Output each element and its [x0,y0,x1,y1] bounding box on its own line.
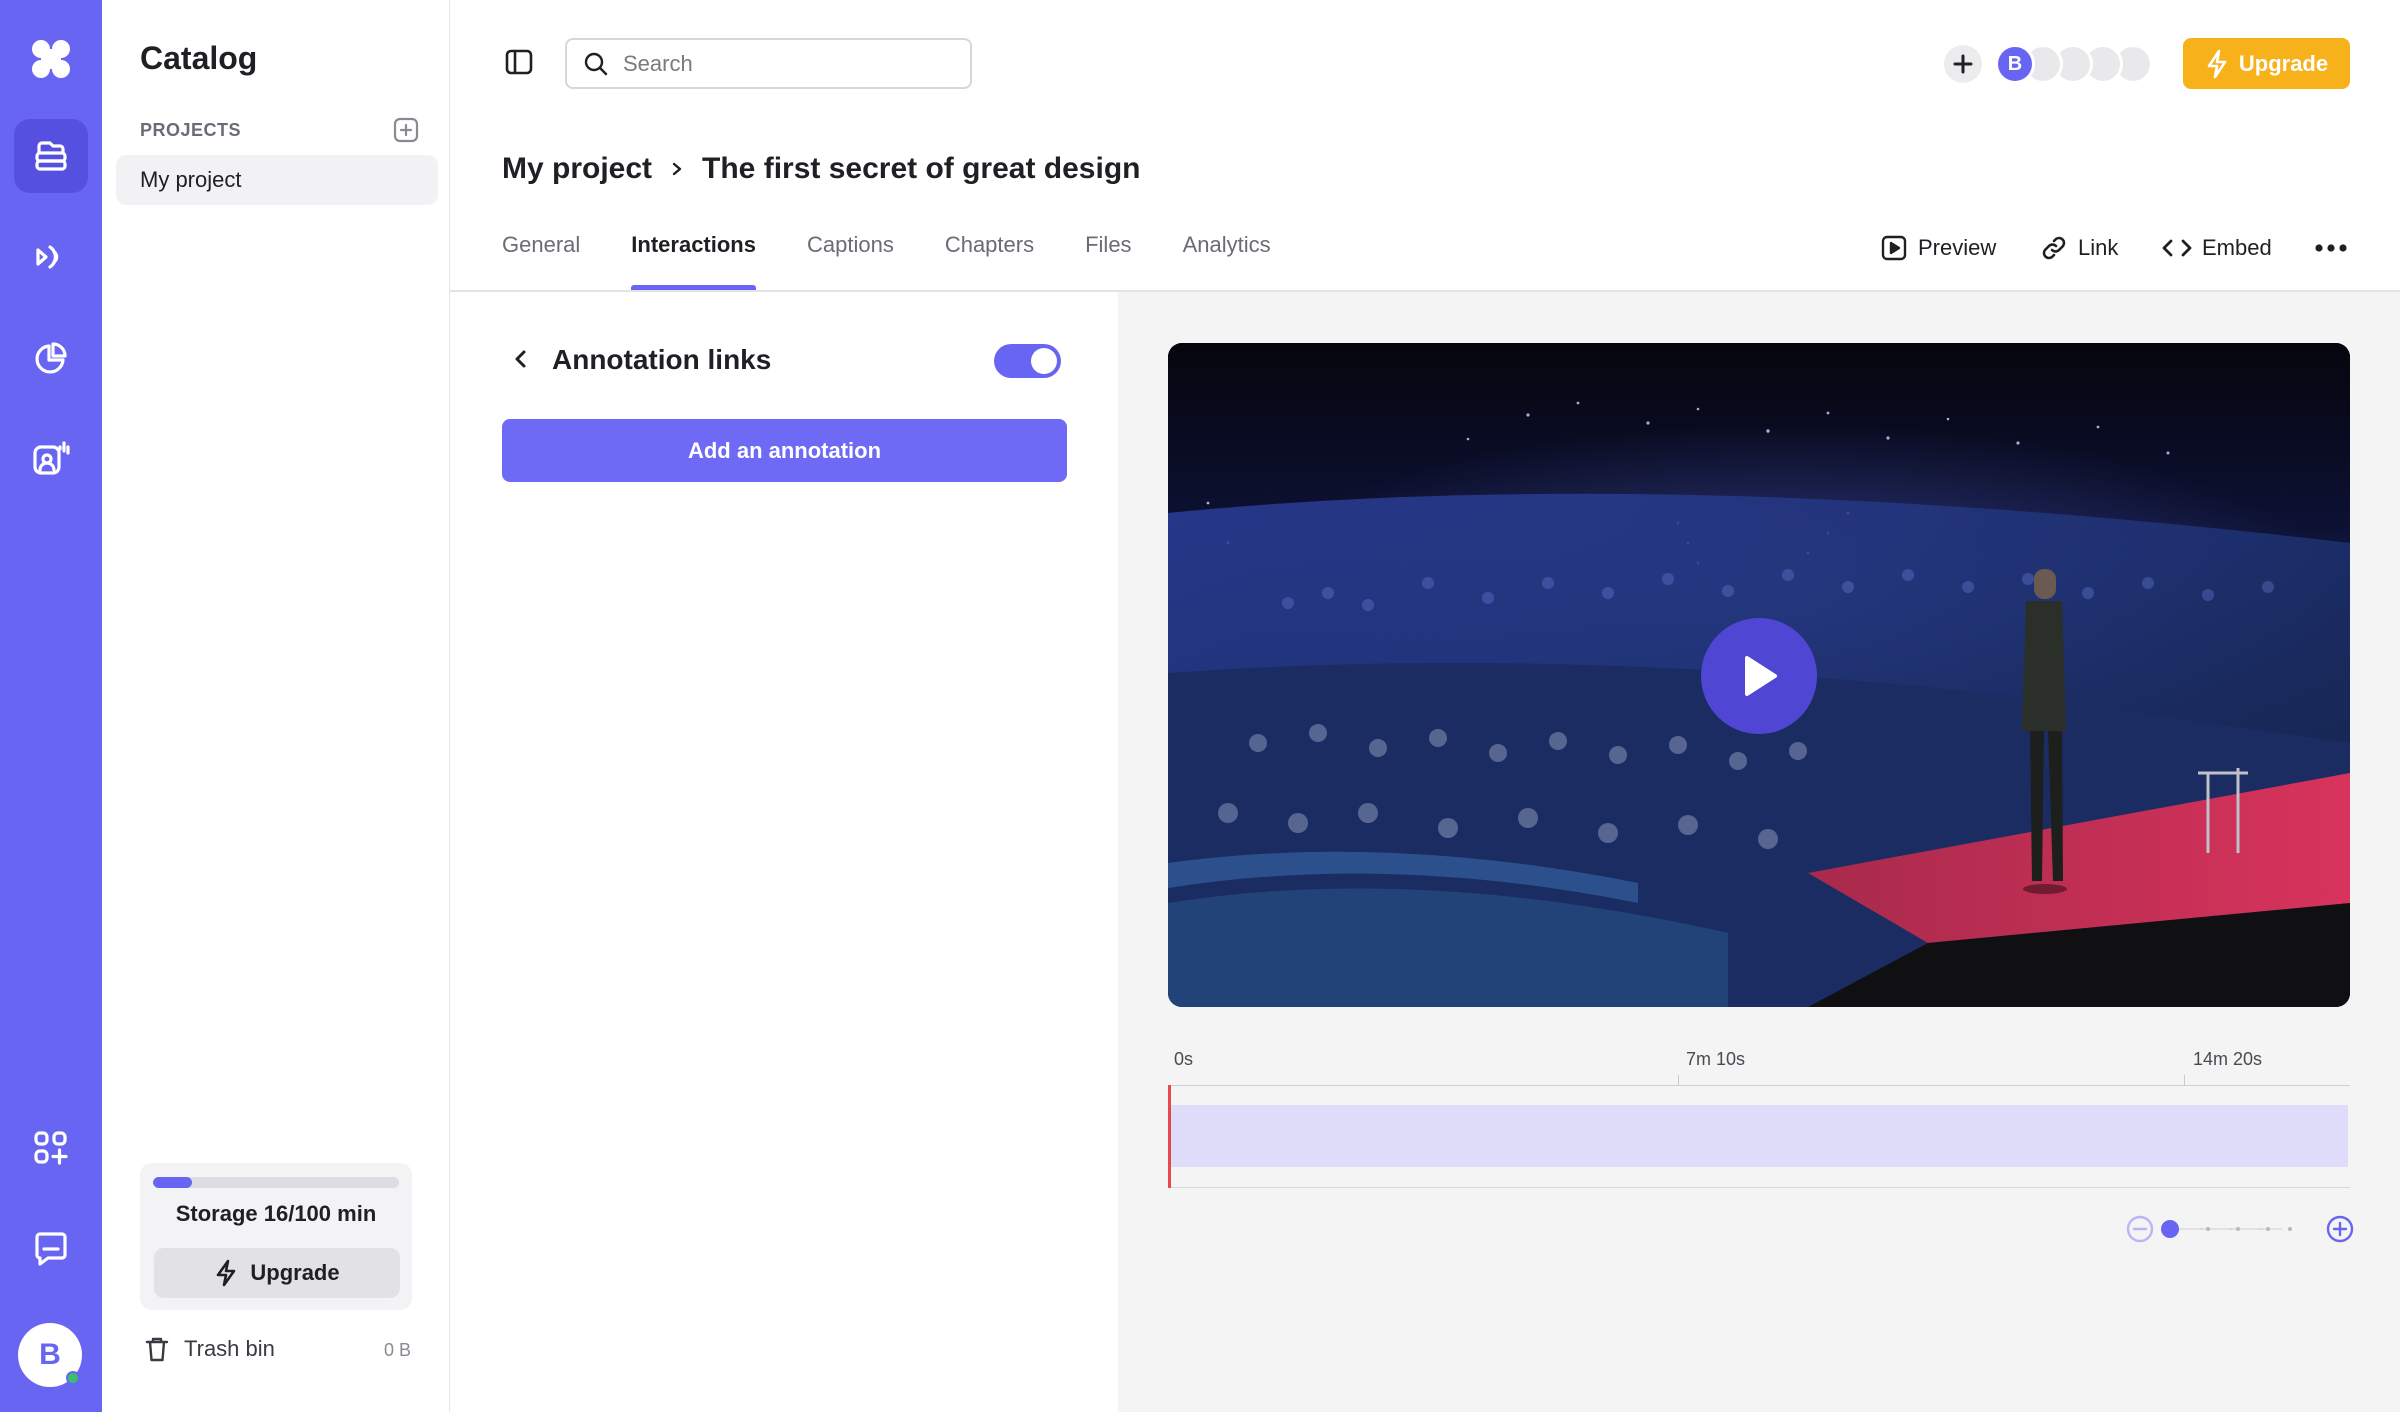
zoom-slider[interactable] [2161,1220,2292,1238]
storage-text: Storage 16/100 min [175,1201,377,1226]
back-chevron-icon[interactable] [510,348,532,370]
timeline-tick-label: 14m 20s [2193,1049,2263,1069]
invite-plus-button[interactable] [1944,45,1982,83]
trash-size: 0 B [384,1340,412,1360]
tab-captions[interactable]: Captions [807,228,894,290]
timeline-zoom-control [2126,1214,2356,1244]
tab-analytics[interactable]: Analytics [1183,228,1271,290]
search-input[interactable] [623,50,943,77]
annotation-panel: Annotation links Add an annotation [450,292,1118,1412]
preview-button[interactable]: Preview [1880,228,1996,268]
timeline-tick [2184,1075,2185,1085]
online-status-dot [66,1371,80,1385]
live-icon[interactable] [14,220,88,294]
timeline-tick [1678,1075,1679,1085]
team-avatar-initial: B [2007,52,2023,75]
storage-card: Storage 16/100 min Upgrade [140,1163,412,1310]
link-icon [2042,236,2066,260]
catalog-title: Catalog [140,40,258,76]
video-player[interactable] [1168,343,2350,1007]
timeline-tick-label: 0s [1174,1049,1194,1069]
projects-label: PROJECTS [140,120,242,140]
timeline-playhead[interactable] [1168,1085,1171,1188]
timeline-ruler [1168,1085,2350,1086]
catalog-sidebar: Catalog PROJECTS My project Storage 16/1… [102,0,450,1412]
breadcrumb: My project The first secret of great des… [502,152,1140,186]
play-icon [1745,656,1777,696]
plus-icon [1953,54,1973,74]
embed-label: Embed [2202,235,2272,260]
team-avatar-user: B [1995,44,2035,84]
annotation-links-title: Annotation links [552,344,772,375]
search-icon [584,52,608,75]
upgrade-button-label: Upgrade [2238,50,2329,76]
code-icon [2162,239,2192,257]
project-item-label: My project [140,167,242,192]
storage-upgrade-button[interactable]: Upgrade [154,1248,400,1298]
timeline-tick-label: 7m 10s [1686,1049,1746,1069]
breadcrumb-parent[interactable]: My project [502,152,652,186]
tab-chapters[interactable]: Chapters [945,228,1034,290]
embed-button[interactable]: Embed [2162,228,2272,268]
chevron-right-icon [672,162,682,176]
user-avatar-initial: B [39,1338,61,1371]
video-editor-area: 0s 7m 10s 14m 20s [1118,292,2400,1412]
annotation-links-toggle[interactable] [994,344,1061,378]
sidebar-toggle-icon[interactable] [504,47,534,77]
tab-files[interactable]: Files [1085,228,1131,290]
toggle-knob [1031,348,1057,374]
trash-bin-label: Trash bin [184,1336,275,1361]
project-tabs: General Interactions Captions Chapters F… [502,228,1322,290]
catalog-icon[interactable] [14,119,88,193]
app-logo-icon[interactable] [14,22,88,96]
timeline-track[interactable] [1168,1105,2348,1167]
tab-general[interactable]: General [502,228,580,290]
zoom-out-icon[interactable] [2126,1215,2154,1243]
user-avatar[interactable]: B [18,1323,82,1387]
upgrade-button[interactable]: Upgrade [2183,38,2350,89]
trash-icon [145,1337,169,1362]
trash-bin-link[interactable]: Trash bin [144,1335,275,1363]
tab-interactions[interactable]: Interactions [631,228,756,290]
search-box[interactable] [565,38,972,89]
preview-play-icon [1881,235,1907,261]
add-annotation-button[interactable]: Add an annotation [502,419,1067,482]
add-project-icon[interactable] [392,116,420,144]
breadcrumb-current: The first secret of great design [702,152,1141,185]
support-chat-icon[interactable] [14,1211,88,1285]
storage-progress-bar [153,1177,399,1188]
timeline-bottom-line [1168,1187,2350,1188]
interactive-icon[interactable] [14,422,88,496]
analytics-icon[interactable] [14,322,88,396]
zoom-in-icon[interactable] [2326,1215,2354,1243]
more-options-button[interactable] [2314,228,2348,268]
storage-progress-fill [153,1177,193,1188]
link-button[interactable]: Link [2040,228,2118,268]
preview-label: Preview [1918,235,1997,260]
integrations-icon[interactable] [14,1111,88,1185]
play-button[interactable] [1701,618,1817,734]
lightning-icon [217,1259,236,1287]
more-dots-icon [2315,244,2347,252]
app-rail: B [0,0,102,1412]
storage-upgrade-label: Upgrade [250,1260,340,1285]
project-item-my-project[interactable]: My project [116,155,438,205]
link-label: Link [2078,235,2119,260]
lightning-icon [2207,49,2227,78]
